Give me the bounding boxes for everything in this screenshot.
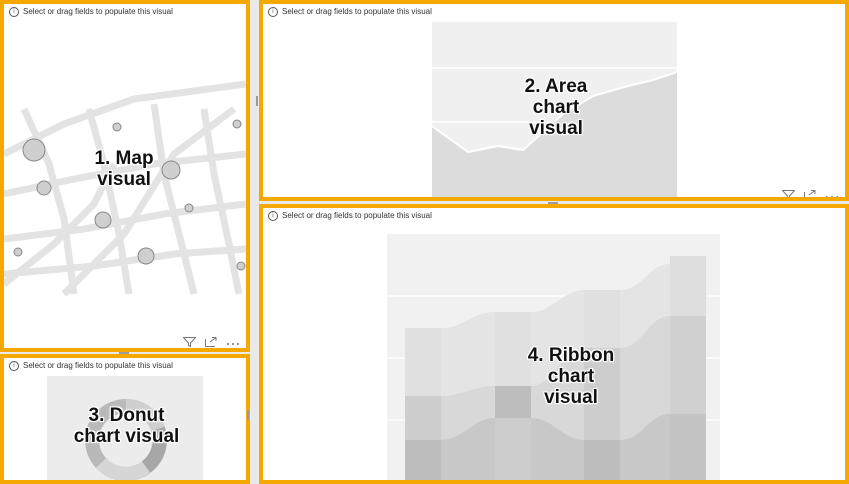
more-options-icon[interactable] [226, 341, 240, 347]
visual-label: 2. Area chart visual [524, 76, 588, 139]
area-chart-visual[interactable]: i Select or drag fields to populate this… [259, 0, 849, 201]
donut-visual[interactable]: i Select or drag fields to populate this… [0, 354, 250, 484]
resize-handle[interactable] [256, 96, 258, 106]
resize-handle[interactable] [548, 202, 558, 204]
focus-mode-icon[interactable] [205, 337, 217, 347]
resize-handle[interactable] [247, 410, 249, 420]
filter-icon[interactable] [782, 190, 795, 200]
focus-mode-icon[interactable] [804, 190, 816, 200]
ribbon-chart-visual[interactable]: i Select or drag fields to populate this… [259, 204, 849, 484]
visual-label: 3. Donut chart visual [73, 405, 180, 447]
resize-handle[interactable] [119, 352, 129, 354]
filter-icon[interactable] [183, 337, 196, 347]
map-visual[interactable]: i Select or drag fields to populate this… [0, 0, 250, 352]
ribbon-placeholder-graphic [387, 234, 720, 480]
visual-label: 4. Ribbon chart visual [527, 345, 615, 408]
visual-label: 1. Map visual [94, 148, 154, 190]
more-options-icon[interactable] [825, 194, 839, 200]
